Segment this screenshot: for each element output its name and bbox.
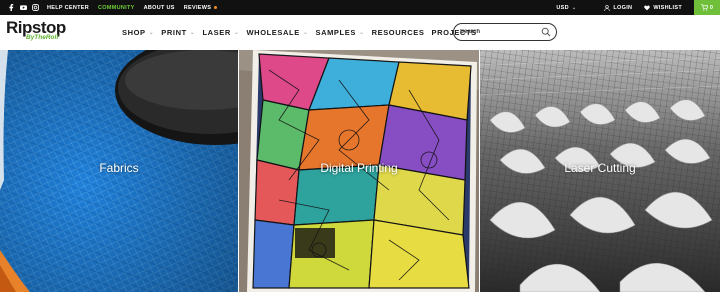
tile-label: Fabrics (99, 161, 139, 175)
nav-label: SAMPLES (315, 27, 356, 37)
chevron-down-icon: ⌄ (148, 29, 155, 36)
logo-tagline: ByTheRoll (26, 34, 59, 41)
user-icon (604, 4, 611, 11)
reviews-label: REVIEWS (183, 4, 212, 11)
tile-label: Digital Printing (320, 161, 398, 175)
chevron-down-icon: ⌄ (302, 29, 309, 36)
social-links (8, 4, 39, 11)
category-tile-digital-printing[interactable]: Digital Printing (238, 50, 479, 292)
nav-label: WHOLESALE (246, 27, 300, 37)
nav-item-wholesale[interactable]: WHOLESALE ⌄ (247, 28, 309, 37)
reviews-link[interactable]: REVIEWS (183, 4, 218, 11)
login-link[interactable]: LOGIN (604, 5, 632, 11)
help-center-link[interactable]: HELP CENTER (47, 5, 89, 11)
category-tiles: Fabrics Digital Printing Laser Cutting (0, 50, 720, 292)
top-links: HELP CENTER COMMUNITY ABOUT US REVIEWS (47, 4, 218, 11)
login-label: LOGIN (613, 4, 633, 11)
search-input[interactable] (460, 29, 540, 35)
chevron-down-icon: ⌄ (189, 29, 196, 36)
about-us-link[interactable]: ABOUT US (144, 5, 175, 11)
main-header: Ripstop ByTheRoll SHOP ⌄ PRINT ⌄ LASER ⌄ WH… (0, 15, 720, 49)
community-link[interactable]: COMMUNITY (98, 5, 135, 11)
top-utility-bar: HELP CENTER COMMUNITY ABOUT US REVIEWS U… (0, 0, 720, 15)
nav-item-samples[interactable]: SAMPLES ⌄ (315, 28, 364, 37)
tile-label: Laser Cutting (564, 161, 636, 175)
search-box (453, 23, 557, 41)
top-right-controls: USD ⌄ LOGIN WISHLIST 0 (556, 0, 720, 15)
main-navigation: SHOP ⌄ PRINT ⌄ LASER ⌄ WHOLESALE ⌄ SAMPLES ⌄ … (122, 15, 477, 49)
cart-count: 0 (709, 4, 714, 11)
youtube-icon[interactable] (20, 4, 27, 11)
nav-item-print[interactable]: PRINT ⌄ (161, 28, 195, 37)
wishlist-link[interactable]: WISHLIST (644, 5, 682, 11)
facebook-icon[interactable] (8, 4, 15, 11)
nav-label: SHOP (122, 27, 146, 37)
nav-label: LASER (202, 27, 231, 37)
cart-button[interactable]: 0 (694, 0, 720, 15)
nav-label: RESOURCES (371, 27, 425, 37)
category-tile-fabrics[interactable]: Fabrics (0, 50, 238, 292)
chevron-down-icon: ⌄ (571, 4, 577, 11)
chevron-down-icon: ⌄ (233, 29, 240, 36)
nav-label: PRINT (161, 27, 187, 37)
site-logo[interactable]: Ripstop ByTheRoll (6, 19, 76, 47)
instagram-icon[interactable] (32, 4, 39, 11)
category-tile-laser-cutting[interactable]: Laser Cutting (479, 50, 720, 292)
nav-item-resources[interactable]: RESOURCES (372, 28, 425, 37)
currency-selector[interactable]: USD ⌄ (556, 5, 576, 11)
reviews-badge-dot (214, 5, 218, 9)
search-icon[interactable] (541, 27, 551, 37)
chevron-down-icon: ⌄ (358, 29, 365, 36)
nav-item-shop[interactable]: SHOP ⌄ (122, 28, 154, 37)
cart-icon (700, 4, 708, 11)
wishlist-label: WISHLIST (653, 4, 682, 11)
currency-value: USD (556, 4, 569, 11)
nav-item-laser[interactable]: LASER ⌄ (202, 28, 239, 37)
heart-icon (644, 5, 651, 10)
